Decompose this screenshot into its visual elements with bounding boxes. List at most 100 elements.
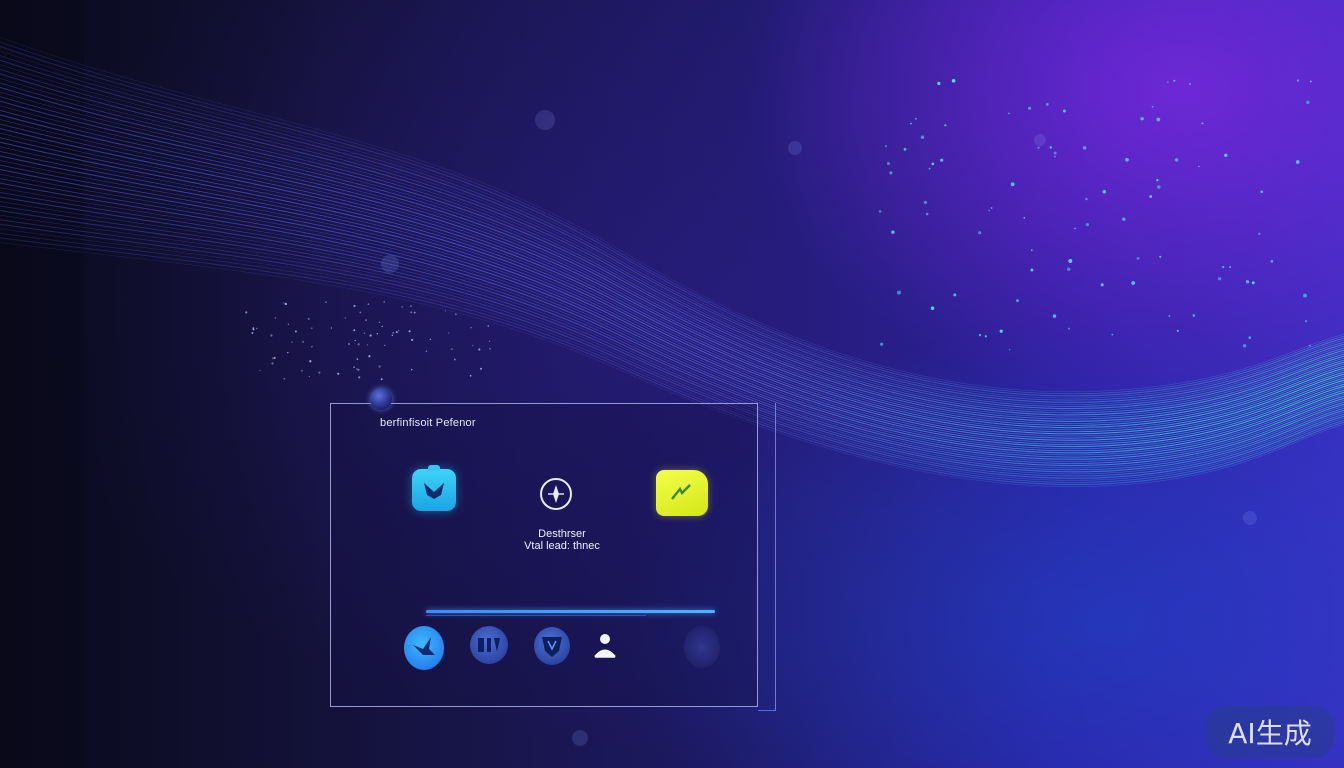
star-particle <box>910 122 912 125</box>
dust-particle <box>365 319 367 321</box>
yellow-badge-icon[interactable] <box>656 470 708 516</box>
dust-particle <box>413 311 416 314</box>
star-particle <box>1068 259 1073 263</box>
star-particle <box>1224 153 1228 157</box>
star-particle <box>1189 82 1191 85</box>
dust-particle <box>283 377 286 380</box>
star-particle <box>1270 260 1274 263</box>
dust-particle <box>330 327 333 329</box>
progress-bar-fill <box>426 610 715 613</box>
star-particle <box>1156 117 1161 122</box>
star-particle <box>999 329 1003 333</box>
dust-particle <box>301 369 303 372</box>
star-particle <box>880 342 884 346</box>
dust-particle <box>392 332 394 334</box>
dust-particle <box>410 305 412 307</box>
dust-particle <box>369 334 372 337</box>
dust-particle <box>488 340 491 342</box>
dust-particle <box>255 327 258 330</box>
star-particle <box>1304 320 1308 323</box>
star-particle <box>1016 299 1019 302</box>
star-particle <box>1159 255 1162 258</box>
star-particle <box>1085 222 1090 227</box>
star-particle <box>1168 314 1171 318</box>
bokeh-orb <box>572 730 588 746</box>
dust-particle <box>274 317 277 319</box>
dust-particle <box>489 347 491 350</box>
star-particle <box>984 335 987 338</box>
star-particle <box>1027 106 1032 110</box>
ai-generated-watermark: AI生成 <box>1206 706 1334 758</box>
dust-particle <box>294 330 297 333</box>
star-particle <box>1260 190 1263 194</box>
dust-particle <box>450 348 453 351</box>
bokeh-orb <box>1243 511 1257 525</box>
star-particle <box>1100 283 1104 287</box>
dust-particle <box>287 323 290 325</box>
dust-particle <box>383 301 385 303</box>
wave-line <box>0 141 1344 441</box>
dust-particle <box>337 372 340 375</box>
dust-particle <box>479 367 483 370</box>
compass-icon[interactable] <box>540 478 572 510</box>
star-particle <box>1068 327 1070 330</box>
star-particle <box>1037 146 1040 149</box>
star-particle <box>951 78 956 83</box>
download-app-icon[interactable] <box>412 465 456 511</box>
star-particle <box>1222 266 1225 269</box>
user-glyph-icon <box>593 634 617 658</box>
panel-corner-knob[interactable] <box>370 388 392 410</box>
star-particle <box>891 230 895 234</box>
user-icon[interactable] <box>592 630 618 662</box>
dust-particle <box>367 303 370 305</box>
progress-underline <box>426 615 646 616</box>
dust-particle <box>357 343 360 346</box>
star-particle <box>1023 216 1026 219</box>
dust-particle <box>311 327 313 329</box>
dust-particle <box>309 360 312 363</box>
dust-particle <box>252 327 255 329</box>
star-particle <box>1309 80 1312 83</box>
star-particle <box>1258 232 1261 235</box>
star-particle <box>1111 333 1114 336</box>
dust-particle <box>410 311 413 314</box>
circle-logo-icon[interactable] <box>470 626 508 664</box>
dust-particle <box>410 368 413 371</box>
star-particle <box>937 81 941 86</box>
dust-particle <box>368 355 371 358</box>
star-particle <box>1306 100 1310 105</box>
dust-particle <box>271 357 275 360</box>
dust-particle <box>308 375 310 378</box>
dust-particle <box>448 332 450 334</box>
dust-particle <box>378 321 381 324</box>
dust-particle <box>259 369 261 372</box>
dust-particle <box>376 333 378 335</box>
dust-particle <box>381 325 383 328</box>
arrow-down-icon <box>424 483 444 499</box>
dust-particle <box>353 329 356 332</box>
star-particle <box>1074 227 1076 230</box>
star-particle <box>1122 217 1126 221</box>
star-particle <box>1008 348 1011 351</box>
star-particle <box>1030 249 1033 252</box>
bokeh-orb <box>788 141 802 155</box>
center-caption-line-2: Vtal lead: thnec <box>524 540 600 552</box>
star-particle <box>925 212 929 216</box>
dust-particle <box>344 317 347 319</box>
star-particle <box>988 209 990 212</box>
particle-dust <box>245 301 491 381</box>
dust-particle <box>455 313 457 316</box>
star-particle <box>920 135 925 140</box>
star-particle <box>990 207 993 209</box>
star-particle <box>1030 268 1034 272</box>
dust-particle <box>470 326 472 329</box>
star-particle <box>1201 122 1204 125</box>
dust-particle <box>318 371 321 374</box>
bird-icon[interactable] <box>404 626 444 670</box>
progress-bar <box>426 610 715 613</box>
dust-particle <box>395 331 398 334</box>
dust-particle <box>410 338 414 342</box>
star-particle <box>928 167 931 170</box>
bokeh-orb <box>381 255 399 273</box>
shield-logo-icon[interactable] <box>534 627 570 665</box>
